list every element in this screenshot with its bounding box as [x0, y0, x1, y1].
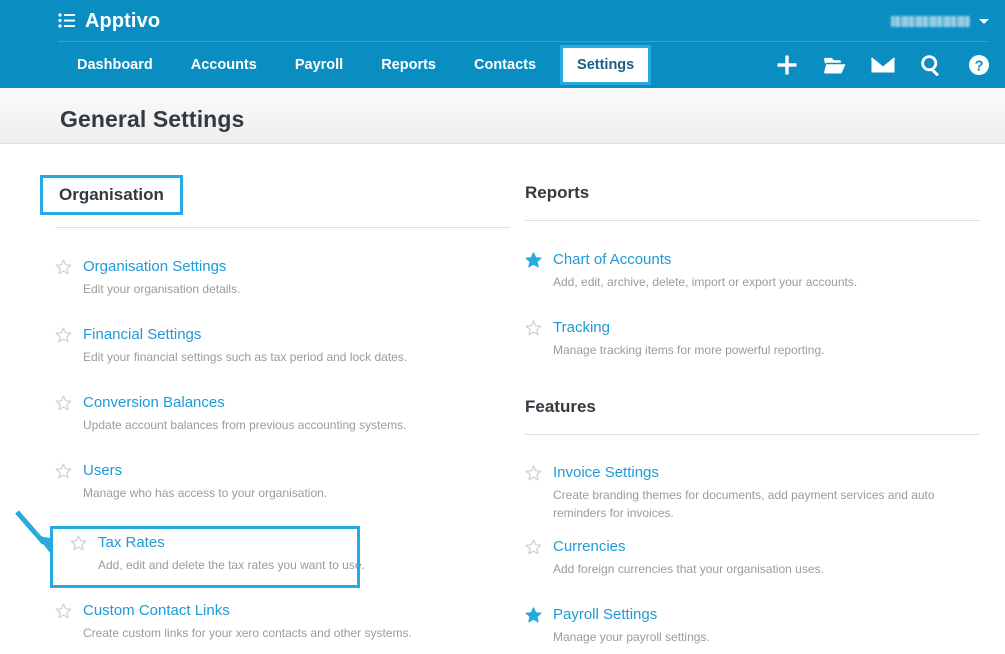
plus-icon[interactable] — [775, 53, 799, 77]
list-item-description: Add foreign currencies that your organis… — [553, 562, 824, 576]
list-item[interactable]: Tracking Manage tracking items for more … — [525, 318, 980, 359]
list-item-description: Manage tracking items for more powerful … — [553, 343, 825, 357]
nav-item-payroll[interactable]: Payroll — [276, 42, 362, 88]
star-filled-icon[interactable] — [525, 607, 542, 624]
list-item-description: Edit your organisation details. — [83, 282, 241, 296]
main-nav: Dashboard Accounts Payroll Reports Conta… — [58, 42, 656, 88]
envelope-icon[interactable] — [871, 53, 895, 77]
star-outline-icon[interactable] — [55, 463, 72, 480]
star-outline-icon[interactable] — [525, 465, 542, 482]
topbar-icon-group: ? — [775, 42, 991, 88]
list-item-description: Edit your financial settings such as tax… — [83, 350, 408, 364]
nav-item-settings[interactable]: Settings — [560, 45, 652, 85]
list-item[interactable]: Chart of Accounts Add, edit, archive, de… — [525, 250, 980, 291]
settings-link-invoice-settings[interactable]: Invoice Settings — [553, 463, 659, 482]
app-name: Apptivo — [85, 9, 161, 32]
list-item-description: Manage your payroll settings. — [553, 630, 710, 644]
settings-link-payroll-settings[interactable]: Payroll Settings — [553, 605, 657, 624]
settings-link-tracking[interactable]: Tracking — [553, 318, 610, 337]
settings-link-conversion-balances[interactable]: Conversion Balances — [83, 393, 225, 412]
settings-link-custom-contact-links[interactable]: Custom Contact Links — [83, 601, 230, 620]
list-item[interactable]: Invoice Settings Create branding themes … — [525, 463, 980, 522]
list-item[interactable]: Tax Rates Add, edit and delete the tax r… — [55, 533, 510, 574]
app-brand[interactable]: Apptivo — [58, 7, 160, 34]
page-title: General Settings — [60, 106, 245, 132]
settings-link-users[interactable]: Users — [83, 461, 122, 480]
top-navigation-bar: Apptivo Dashboard Accounts Payroll Repor… — [0, 0, 1005, 88]
list-item-description: Create custom links for your xero contac… — [83, 626, 412, 640]
nav-item-accounts[interactable]: Accounts — [172, 42, 276, 88]
page-title-bar: General Settings — [0, 88, 1005, 144]
settings-content: Organisation Organisation Settings Edit … — [0, 145, 1005, 654]
list-item-description: Update account balances from previous ac… — [83, 418, 407, 432]
nav-item-contacts[interactable]: Contacts — [455, 42, 555, 88]
list-item[interactable]: Organisation Settings Edit your organisa… — [55, 257, 510, 298]
star-outline-icon[interactable] — [55, 327, 72, 344]
help-icon[interactable]: ? — [967, 53, 991, 77]
settings-column-right: Reports Chart of Accounts Add, edit, arc… — [525, 145, 980, 646]
nav-item-reports[interactable]: Reports — [362, 42, 455, 88]
topbar-upper-row: Apptivo — [0, 0, 1005, 42]
list-item[interactable]: Currencies Add foreign currencies that y… — [525, 537, 980, 578]
settings-link-financial-settings[interactable]: Financial Settings — [83, 325, 201, 344]
star-outline-icon[interactable] — [55, 395, 72, 412]
user-account-menu[interactable] — [891, 11, 989, 31]
section-heading-organisation: Organisation — [40, 175, 183, 215]
list-item[interactable]: Conversion Balances Update account balan… — [55, 393, 510, 434]
section-heading-reports: Reports — [525, 183, 590, 202]
star-outline-icon[interactable] — [525, 320, 542, 337]
chevron-down-icon — [979, 18, 989, 24]
star-outline-icon[interactable] — [55, 603, 72, 620]
list-item-description: Add, edit and delete the tax rates you w… — [98, 558, 365, 572]
list-item[interactable]: Payroll Settings Manage your payroll set… — [525, 605, 980, 646]
star-filled-icon[interactable] — [525, 252, 542, 269]
settings-link-tax-rates[interactable]: Tax Rates — [98, 533, 165, 552]
list-item[interactable]: Custom Contact Links Create custom links… — [55, 601, 510, 642]
list-item-description: Add, edit, archive, delete, import or ex… — [553, 275, 858, 289]
list-item-description: Manage who has access to your organisati… — [83, 486, 328, 500]
list-item[interactable]: Users Manage who has access to your orga… — [55, 461, 510, 502]
star-outline-icon[interactable] — [70, 535, 87, 552]
search-icon[interactable] — [919, 53, 943, 77]
settings-column-left: Organisation Organisation Settings Edit … — [40, 145, 510, 642]
star-outline-icon[interactable] — [525, 539, 542, 556]
list-item-description: Create branding themes for documents, ad… — [553, 488, 935, 520]
user-name-redacted — [891, 15, 970, 27]
settings-link-chart-of-accounts[interactable]: Chart of Accounts — [553, 250, 671, 269]
nav-item-dashboard[interactable]: Dashboard — [58, 42, 172, 88]
svg-text:?: ? — [975, 58, 984, 74]
list-icon — [58, 13, 75, 28]
folder-icon[interactable] — [823, 53, 847, 77]
section-heading-features: Features — [525, 397, 596, 416]
star-outline-icon[interactable] — [55, 259, 72, 276]
settings-link-organisation-settings[interactable]: Organisation Settings — [83, 257, 226, 276]
settings-link-currencies[interactable]: Currencies — [553, 537, 626, 556]
list-item[interactable]: Financial Settings Edit your financial s… — [55, 325, 510, 366]
